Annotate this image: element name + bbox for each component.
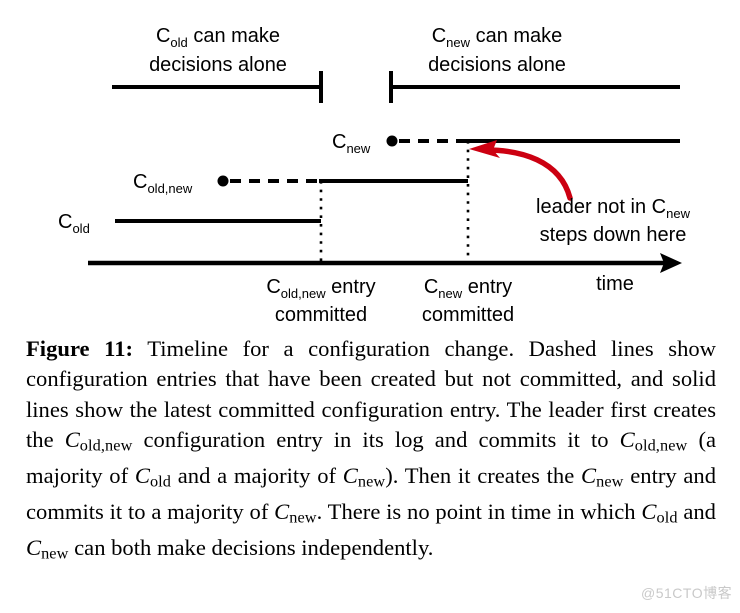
timeline-diagram: Cold can make decisions alone Cnew can m…	[58, 25, 691, 326]
caption-var2-sub: old,new	[634, 436, 688, 455]
caption-part2: configuration entry in its log and commi…	[132, 427, 620, 453]
cold-series-label: Cold	[58, 211, 90, 236]
caption-var8: C	[26, 535, 42, 561]
caption-var8-sub: new	[41, 544, 69, 563]
site-watermark: @51CTO博客	[641, 585, 733, 601]
caption-part8: and	[677, 499, 716, 525]
cnew-bracket-label-line1: Cnew can make	[432, 25, 563, 50]
caption-var3: C	[134, 463, 150, 489]
cnew-event-label-line2: committed	[422, 304, 514, 326]
coldnew-series-label: Cold,new	[133, 171, 193, 196]
annotation-line1: leader not in Cnew	[536, 196, 691, 221]
coldnew-created-dot	[217, 175, 229, 187]
cold-bracket-label-line1: Cold can make	[156, 25, 280, 50]
caption-var6-sub: new	[289, 508, 317, 527]
figure-container: Cold can make decisions alone Cnew can m…	[0, 0, 740, 613]
cnew-created-dot	[386, 135, 398, 147]
coldnew-event-label-line1: Cold,new entry	[266, 276, 375, 301]
caption-part5: ). Then it creates the	[385, 463, 582, 489]
figure-number: Figure 11:	[26, 336, 134, 361]
caption-part9: can both make decisions independently.	[68, 535, 434, 561]
caption-var7: C	[641, 499, 657, 525]
caption-var4: C	[342, 463, 358, 489]
annotation-line2: steps down here	[540, 224, 687, 246]
caption-var3-sub: old	[149, 472, 172, 491]
cnew-event-label-line1: Cnew entry	[424, 276, 512, 301]
caption-var6: C	[274, 499, 290, 525]
figure-caption: Figure 11: Timeline for a configuration …	[26, 334, 716, 569]
cnew-bracket-label-line2: decisions alone	[428, 54, 566, 76]
caption-var5: C	[581, 463, 597, 489]
caption-var5-sub: new	[596, 472, 624, 491]
caption-var7-sub: old	[656, 508, 678, 527]
caption-var2: C	[619, 427, 635, 453]
caption-part4: and a majority of	[171, 463, 343, 489]
coldnew-event-label-line2: committed	[275, 304, 367, 326]
caption-var4-sub: new	[357, 472, 386, 491]
caption-var1: C	[64, 427, 80, 453]
time-axis-label: time	[596, 273, 634, 295]
caption-var1-sub: old,new	[79, 436, 133, 455]
caption-part7: . There is no point in time in which	[316, 499, 642, 525]
cnew-series-label: Cnew	[332, 131, 371, 156]
cold-bracket-label-line2: decisions alone	[149, 54, 287, 76]
